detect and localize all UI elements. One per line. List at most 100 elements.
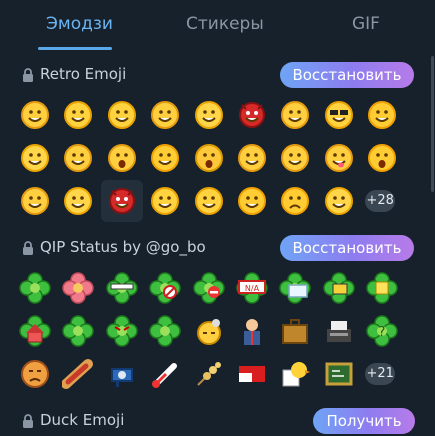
- emoji-cell[interactable]: [14, 353, 56, 395]
- briefcase-icon: [282, 319, 309, 344]
- emoji-cell[interactable]: [274, 94, 316, 136]
- emoji-cell[interactable]: [274, 180, 316, 222]
- shocked-face-icon: [368, 144, 397, 172]
- emoji-grid-qip: N/A? +21: [14, 267, 429, 397]
- worried-face-icon: [281, 187, 310, 215]
- emoji-cell[interactable]: [231, 180, 273, 222]
- restore-button[interactable]: Восстановить: [280, 62, 414, 88]
- tongue-face-icon: [324, 144, 353, 172]
- surprised-face-icon: [107, 144, 136, 172]
- kissing-face-icon: [151, 144, 180, 172]
- clover-computer-icon: [323, 272, 355, 304]
- grinning-face-icon: [21, 101, 49, 129]
- section-header-qip-status: QIP Status by @go_bo Восстановить: [0, 233, 435, 263]
- emoji-cell[interactable]: [274, 267, 316, 309]
- emoji-cell[interactable]: [57, 353, 99, 395]
- emoji-cell[interactable]: [57, 310, 99, 352]
- scream-face-icon: [194, 144, 223, 172]
- emoji-cell[interactable]: [14, 94, 56, 136]
- emoji-cell[interactable]: [144, 137, 186, 179]
- emoji-cell[interactable]: [318, 137, 360, 179]
- more-emoji-badge[interactable]: +28: [365, 190, 396, 212]
- emoji-tabs: Эмодзи Стикеры GIF: [0, 0, 435, 52]
- emoji-cell[interactable]: [231, 94, 273, 136]
- tab-emoji[interactable]: Эмодзи: [46, 14, 113, 34]
- sleeping-face-2-icon: [324, 187, 353, 215]
- lock-icon: [23, 414, 33, 428]
- emoji-cell[interactable]: [144, 94, 186, 136]
- emoji-cell[interactable]: [144, 310, 186, 352]
- sleepy-face-icon: [368, 101, 397, 129]
- emoji-cell[interactable]: [274, 137, 316, 179]
- emoji-cell[interactable]: [14, 137, 56, 179]
- active-tab-indicator: [38, 47, 112, 50]
- tab-stickers[interactable]: Стикеры: [186, 14, 264, 34]
- tab-gif[interactable]: GIF: [352, 14, 380, 34]
- emoji-cell[interactable]: [231, 353, 273, 395]
- clover-happy-icon: [149, 315, 181, 347]
- emoji-cell[interactable]: [101, 310, 143, 352]
- emoji-cell[interactable]: [188, 180, 230, 222]
- emoji-cell[interactable]: ?: [361, 310, 403, 352]
- emoji-cell[interactable]: [144, 267, 186, 309]
- clover-glasses-icon: [106, 272, 138, 304]
- thermometer-icon: [152, 363, 178, 388]
- clover-busy-icon: [192, 272, 225, 304]
- emoji-cell[interactable]: [144, 353, 186, 395]
- emoji-cell[interactable]: [274, 353, 316, 395]
- clover-na-sign-icon: N/A: [236, 272, 268, 304]
- red-devil-face-icon: [239, 102, 265, 128]
- emoji-cell[interactable]: [361, 267, 403, 309]
- emoji-grid-retro: +28: [14, 94, 429, 224]
- emoji-cell[interactable]: [101, 267, 143, 309]
- scrollbar[interactable]: [431, 56, 434, 192]
- section-title: Duck Emoji: [40, 411, 125, 429]
- emoji-cell[interactable]: [361, 137, 403, 179]
- emoji-cell[interactable]: [361, 94, 403, 136]
- emoji-cell[interactable]: [318, 310, 360, 352]
- emoji-cell[interactable]: [188, 353, 230, 395]
- emoji-cell[interactable]: [101, 353, 143, 395]
- sleeping-face-icon: [64, 187, 93, 215]
- emoji-cell[interactable]: [101, 94, 143, 136]
- emoji-cell[interactable]: [188, 267, 230, 309]
- skewer-icon: [196, 362, 221, 386]
- thinking-face-icon: [238, 187, 266, 215]
- emoji-cell[interactable]: [101, 137, 143, 179]
- section-title: QIP Status by @go_bo: [40, 238, 206, 256]
- hotdog-icon: [62, 359, 94, 389]
- emoji-cell[interactable]: [144, 180, 186, 222]
- emoji-cell[interactable]: [318, 353, 360, 395]
- emoji-cell[interactable]: N/A: [231, 267, 273, 309]
- duck-cup-icon: [282, 362, 311, 387]
- emoji-cell[interactable]: [231, 310, 273, 352]
- emoji-cell[interactable]: [14, 310, 56, 352]
- emoji-cell[interactable]: [57, 137, 99, 179]
- emoji-cell[interactable]: [57, 94, 99, 136]
- emoji-cell[interactable]: [274, 310, 316, 352]
- emoji-cell[interactable]: [188, 137, 230, 179]
- emoji-cell[interactable]: [14, 180, 56, 222]
- typewriter-icon: [326, 321, 351, 342]
- restore-button[interactable]: Восстановить: [280, 235, 414, 261]
- emoji-cell[interactable]: [318, 267, 360, 309]
- clover-pink-icon: [62, 272, 95, 304]
- emoji-cell[interactable]: [57, 267, 99, 309]
- more-emoji-badge[interactable]: +21: [365, 363, 396, 385]
- emoji-cell[interactable]: [188, 310, 230, 352]
- emoji-cell[interactable]: [100, 180, 143, 222]
- get-button[interactable]: Получить: [313, 408, 415, 434]
- clover-question-icon: ?: [366, 315, 398, 347]
- businessman-icon: [244, 319, 260, 345]
- crying-laughing-face-icon: [107, 101, 136, 129]
- section-title: Retro Emoji: [40, 65, 127, 83]
- smirk-face-icon: [21, 187, 49, 215]
- wink-face-icon: [21, 144, 49, 172]
- emoji-cell[interactable]: [231, 137, 273, 179]
- emoji-cell[interactable]: [57, 180, 99, 222]
- emoji-cell[interactable]: [318, 94, 360, 136]
- emoji-cell[interactable]: [14, 267, 56, 309]
- emoji-cell[interactable]: [188, 94, 230, 136]
- emoji-cell[interactable]: [318, 180, 360, 222]
- laughing-face-icon: [64, 101, 93, 129]
